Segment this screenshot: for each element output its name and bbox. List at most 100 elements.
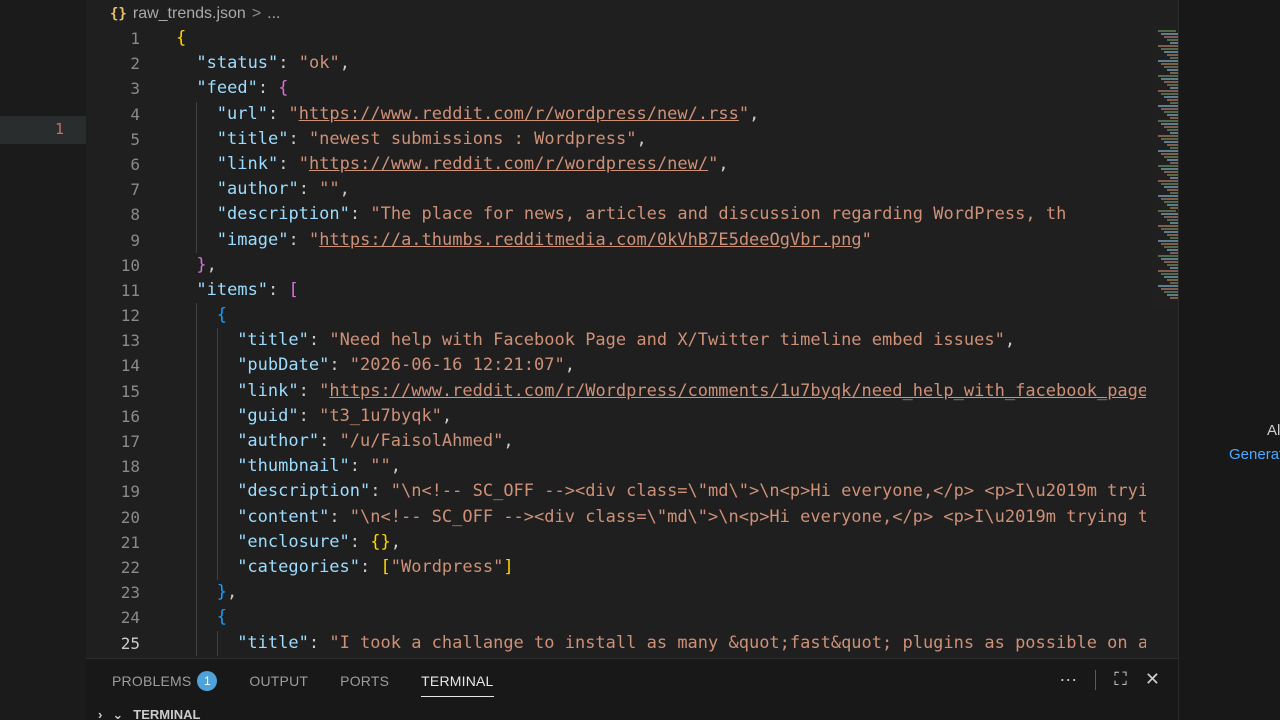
indent-guide [216,429,218,455]
indent-guide [196,378,198,404]
code-line[interactable]: { [176,605,1146,631]
chevron-down-icon[interactable]: ⌄ [112,707,123,720]
code-token: , [390,531,401,552]
code-line[interactable]: "description": "\n<!-- SC_OFF --><div cl… [176,479,1146,505]
code-line[interactable]: "thumbnail": "", [176,454,1146,480]
code-line[interactable]: "link": "https://www.reddit.com/r/Wordpr… [176,378,1146,404]
code-token: "title" [216,128,289,149]
minimap-line [1164,126,1178,128]
minimap-line [1167,54,1178,56]
line-number: 15 [120,381,140,401]
minimap-line [1164,186,1178,188]
problem-row[interactable]: 1 [0,116,86,144]
indent-guide [196,454,198,480]
generate-link[interactable]: Generat [1229,446,1280,463]
line-number: 21 [120,532,140,552]
code-line[interactable]: "content": "\n<!-- SC_OFF --><div class=… [176,504,1146,530]
code-line[interactable]: { [176,26,1146,51]
code-token: "title" [237,330,309,351]
line-number: 2 [130,54,140,74]
code-token: "" [370,456,391,477]
breadcrumb-more[interactable]: ... [267,5,280,23]
indent-guide [216,630,218,656]
editor[interactable]: {} raw_trends.json > ... 1 2 3 4 5 6 7 8 9 10 11 12… [86,0,1178,658]
code-line[interactable]: }, [176,253,1146,278]
chevron-right-icon[interactable]: › [98,707,102,720]
minimap-line [1170,132,1178,134]
code-token: : [278,53,299,74]
code-line[interactable]: "image": "https://a.thumbs.redditmedia.c… [176,227,1146,253]
code-line[interactable]: "categories": ["Wordpress"] [176,554,1146,581]
code-line[interactable]: "status": "ok", [176,51,1146,76]
breadcrumb-file[interactable]: raw_trends.json [133,5,246,23]
code-token[interactable]: https://www.reddit.com/r/Wordpress/comme… [329,381,1146,401]
minimap-line [1161,153,1178,155]
minimap-line [1164,261,1178,263]
line-number: 13 [120,331,140,351]
maximize-icon[interactable]: ⛶ [1114,669,1127,690]
code-token: : [329,506,350,527]
code-token: "/u/FaisolAhmed" [339,431,504,451]
chevron-right-icon: > [251,5,262,22]
minimap-line [1164,111,1178,113]
line-number: 25 [120,633,140,653]
minimap-line [1161,63,1178,65]
minimap-line [1170,267,1178,269]
tab-ports[interactable]: PORTS [340,659,389,703]
close-icon[interactable]: ✕ [1145,669,1160,690]
tab-output[interactable]: OUTPUT [249,659,308,703]
code-area[interactable]: {"status": "ok", "feed": {"url": "https:/… [176,26,1146,656]
code-line[interactable]: }, [176,580,1146,606]
minimap-line [1170,297,1178,299]
code-line[interactable]: { [176,303,1146,329]
code-token: : [370,481,391,502]
minimap-line [1164,276,1178,278]
minimap-line [1158,135,1178,137]
code-line[interactable]: "items": [ [176,278,1146,303]
code-token[interactable]: https://a.thumbs.redditmedia.com/0kVhB7E… [319,230,861,250]
tab-label: TERMINAL [421,673,494,689]
line-number: 11 [120,280,140,300]
code-line[interactable]: "description": "The place for news, arti… [176,202,1146,228]
minimap-line [1158,240,1178,242]
minimap-line [1158,285,1178,287]
code-line[interactable]: "enclosure": {}, [176,529,1146,555]
code-line[interactable]: "title": "newest submissions : Wordpress… [176,126,1146,152]
code-line[interactable]: "pubDate": "2026-06-16 12:21:07", [176,353,1146,379]
indent-guide [196,202,198,228]
code-token: "link" [237,380,299,401]
minimap-line [1167,84,1178,86]
code-token: [ [288,279,299,300]
code-line[interactable]: "feed": { [176,76,1146,101]
code-line[interactable]: "title": "I took a challange to install … [176,630,1146,656]
tab-terminal[interactable]: TERMINAL [421,659,494,703]
minimap-line [1164,141,1178,143]
minimap-line [1164,36,1178,38]
code-token: , [441,405,453,426]
code-token: : [308,632,330,653]
code-line[interactable]: "author": "/u/FaisolAhmed", [176,429,1146,455]
code-line[interactable]: "title": "Need help with Facebook Page a… [176,328,1146,354]
minimap-line [1161,138,1178,140]
minimap-line [1164,201,1178,203]
minimap-line [1170,42,1178,44]
code-line[interactable]: "guid": "t3_1u7byqk", [176,403,1146,429]
code-token: : [308,330,330,351]
more-actions-icon[interactable]: ··· [1059,669,1077,690]
code-line[interactable]: "link": "https://www.reddit.com/r/wordpr… [176,151,1146,178]
minimap-line [1161,168,1178,170]
code-line[interactable]: "author": "", [176,177,1146,203]
indent-guide [196,580,198,606]
code-token: : [360,556,381,577]
code-token: : [257,78,279,99]
indent-guide [216,529,218,555]
code-token[interactable]: https://www.reddit.com/r/wordpress/new/.… [299,104,739,124]
code-token: "t3_1u7byqk" [319,405,442,426]
minimap-line [1158,210,1176,212]
line-number: 23 [120,583,140,603]
minimap-line [1170,162,1178,164]
code-token[interactable]: https://www.reddit.com/r/wordpress/new/ [309,154,708,174]
tab-problems[interactable]: PROBLEMS 1 [112,659,218,703]
minimap[interactable] [1152,26,1178,310]
code-line[interactable]: "url": "https://www.reddit.com/r/wordpre… [176,101,1146,127]
